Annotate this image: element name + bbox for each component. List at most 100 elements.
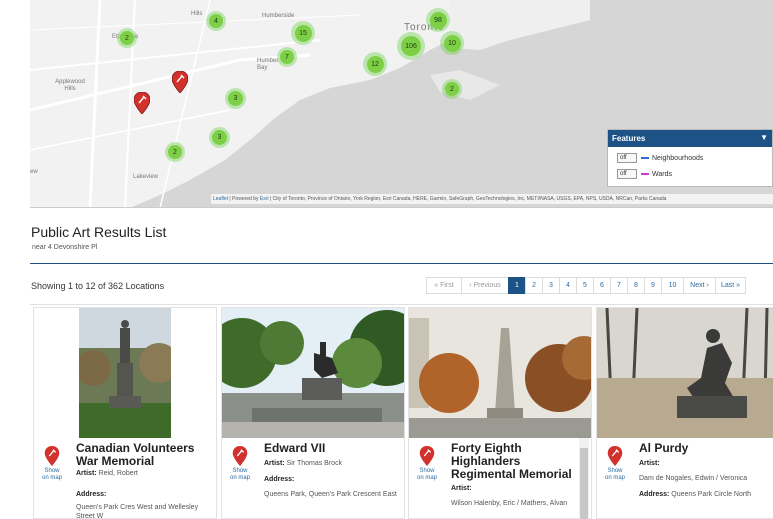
page-button[interactable]: 6 [593,277,611,294]
artwork-photo[interactable] [409,308,592,438]
page-button[interactable]: 3 [542,277,560,294]
page-button[interactable]: 2 [525,277,543,294]
artwork-title[interactable]: Edward VII [264,442,400,455]
card-scrollbar[interactable] [579,438,589,519]
on-map-label: on map [416,475,437,481]
map[interactable]: Hills Humberside Toronto Etobicoke Humbe… [30,0,773,208]
map-pin-icon [419,446,435,466]
cluster-count: 106 [401,36,421,56]
show-label: Show [232,468,248,474]
show-on-map-button[interactable]: Show on map [413,446,441,482]
cluster-count: 2 [120,31,134,45]
result-card: Show on map Canadian Volunteers War Memo… [33,307,217,519]
collapse-caret-icon[interactable]: ▼ [760,133,768,142]
show-on-map-button[interactable]: Show on map [38,446,66,482]
esri-link[interactable]: Esri [260,196,269,202]
result-card: Show on map Al Purdy Artist: Dam de Noga… [596,307,773,519]
artist-line: Artist: Sir Thomas Brock [264,460,342,467]
feature-row-wards: off Wards [608,166,772,182]
place-label: Humberside [262,13,295,19]
leaflet-link[interactable]: Leaflet [213,196,228,202]
address-value: Queens Park Circle North [671,491,752,498]
place-label: Lakeview [133,174,159,180]
features-panel: Features ▼ off Neighbourhoods off Wards [607,129,773,187]
on-map-label: on map [229,475,250,481]
place-label: Hills [191,11,203,17]
feature-label: Neighbourhoods [652,154,704,162]
map-cluster[interactable]: 10 [440,31,464,55]
cluster-count: 98 [429,11,447,29]
map-cluster[interactable]: 4 [206,11,226,31]
show-on-map-button[interactable]: Show on map [226,446,254,482]
scrollbar-thumb[interactable] [580,448,588,519]
page-button[interactable]: 10 [661,277,684,294]
map-cluster[interactable]: 106 [397,32,425,60]
artwork-photo[interactable] [79,308,171,438]
map-pin-icon [44,446,60,466]
result-card: Show on map Forty Eighth Highlanders Reg… [408,307,592,519]
wards-swatch [641,173,649,175]
page-button[interactable]: 1 [508,277,526,294]
map-cluster[interactable]: 2 [117,28,137,48]
map-cluster[interactable]: 2 [165,142,185,162]
cluster-count: 3 [212,130,227,145]
near-location-text: near 4 Devonshire Pl [32,244,98,251]
wards-toggle[interactable]: off [617,169,637,179]
address-label: Address: [639,491,670,498]
artist-label: Artist: [639,460,660,467]
neighbourhoods-toggle[interactable]: off [617,153,637,163]
artwork-title[interactable]: Forty Eighth Highlanders Regimental Memo… [451,442,575,481]
map-pin-icon[interactable] [172,71,188,93]
artist-label: Artist: [264,460,285,467]
on-map-label: on map [604,475,625,481]
cluster-count: 10 [443,34,461,52]
artist-line: Artist: Reid, Robert [76,470,138,477]
show-on-map-button[interactable]: Show on map [601,446,629,482]
artist-value: Dam de Nogales, Edwin / Veronica [639,475,748,482]
page-button[interactable]: 7 [610,277,628,294]
address-label: Address: [264,476,295,483]
artwork-title[interactable]: Al Purdy [639,442,773,455]
map-cluster[interactable]: 98 [426,8,450,32]
address-label: Address: [76,491,107,498]
first-page-button[interactable]: « First [426,277,462,294]
artist-value: Sir Thomas Brock [286,460,343,467]
features-title: Features [612,134,646,143]
map-cluster[interactable]: 3 [225,88,246,109]
place-label: ew [30,169,38,175]
last-page-button[interactable]: Last » [715,277,746,294]
page-button[interactable]: 5 [576,277,594,294]
map-pin-icon [607,446,623,466]
attribution-text: | City of Toronto, Province of Ontario, … [268,196,667,202]
cluster-count: 3 [228,91,243,106]
map-cluster[interactable]: 3 [209,127,230,148]
page-button[interactable]: 4 [559,277,577,294]
divider [30,263,773,264]
artwork-photo[interactable] [597,308,773,438]
map-cluster[interactable]: 2 [442,79,462,99]
neighbourhoods-swatch [641,157,649,159]
cluster-count: 7 [280,50,294,64]
show-label: Show [607,468,623,474]
artwork-title[interactable]: Canadian Volunteers War Memorial [76,442,212,468]
results-count: Showing 1 to 12 of 362 Locations [31,281,165,291]
map-attribution: Leaflet | Powered by Esri | City of Toro… [211,194,773,204]
attribution-text: | Powered by [228,196,260,202]
map-cluster[interactable]: 12 [363,52,387,76]
page-button[interactable]: 8 [627,277,645,294]
artwork-photo[interactable] [222,308,405,438]
artist-value: Reid, Robert [98,470,138,477]
divider [30,304,773,305]
map-cluster[interactable]: 7 [277,47,297,67]
feature-row-neighbourhoods: off Neighbourhoods [608,150,772,166]
next-page-button[interactable]: Next › [683,277,716,294]
previous-page-button[interactable]: ‹ Previous [461,277,509,294]
pagination: « First ‹ Previous 1 2 3 4 5 6 7 8 9 10 … [426,277,746,294]
address-value: Queen's Park Cres West and Wellesley Str… [76,504,199,519]
map-pin-icon[interactable] [134,92,150,114]
features-header[interactable]: Features ▼ [608,130,772,147]
page-button[interactable]: 9 [644,277,662,294]
map-cluster[interactable]: 15 [291,21,315,45]
address-line: Address: Queens Park Circle North [639,491,751,498]
place-label: Applewood Hills [55,79,85,92]
